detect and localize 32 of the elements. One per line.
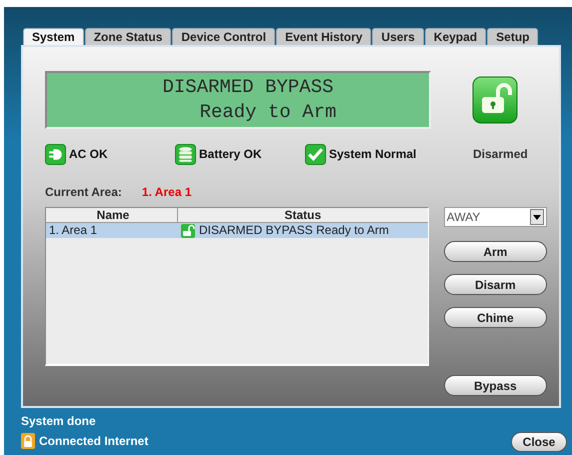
column-header[interactable]: Status (178, 208, 428, 222)
status-message: System done (21, 413, 97, 430)
display-line: Ready to Arm (200, 100, 336, 125)
battery-stack-icon (175, 144, 196, 164)
bypass-button[interactable]: Bypass (444, 375, 547, 396)
display-line: DISARMED BYPASS (162, 75, 334, 100)
tab[interactable]: Zone Status (84, 28, 172, 45)
current-area-label: Current Area: (45, 185, 122, 199)
padlock-icon (21, 433, 35, 449)
indicator-label: System Normal (329, 147, 416, 161)
tab[interactable]: Setup (487, 28, 538, 45)
arm-state-label: Disarmed (473, 147, 528, 161)
action-button[interactable]: Arm (444, 241, 547, 262)
table-cell-text: 1. Area 1 (48, 223, 98, 238)
plug-icon (45, 144, 66, 164)
column-header[interactable]: Name (46, 208, 178, 222)
checkmark-icon (305, 144, 326, 164)
tab[interactable]: Users (372, 28, 424, 45)
indicator-label: Battery OK (199, 147, 262, 161)
table-cell: DISARMED BYPASS Ready to Arm (199, 223, 389, 238)
tab[interactable]: Device Control (172, 28, 276, 45)
tab[interactable]: Event History (276, 28, 372, 45)
close-button[interactable]: Close (511, 432, 567, 452)
mode-dropdown[interactable]: AWAY (444, 207, 547, 227)
action-button[interactable]: Disarm (444, 274, 547, 295)
table-row[interactable]: 1. Area 1 DISARMED BYPASS Ready to Arm (46, 223, 428, 238)
connection-status: Connected Internet (39, 434, 148, 448)
action-button[interactable]: Chime (444, 307, 547, 328)
tab[interactable]: System (23, 28, 84, 45)
indicator-label: AC OK (69, 147, 108, 161)
tab[interactable]: Keypad (424, 28, 486, 45)
current-area-value: 1. Area 1 (142, 185, 192, 199)
